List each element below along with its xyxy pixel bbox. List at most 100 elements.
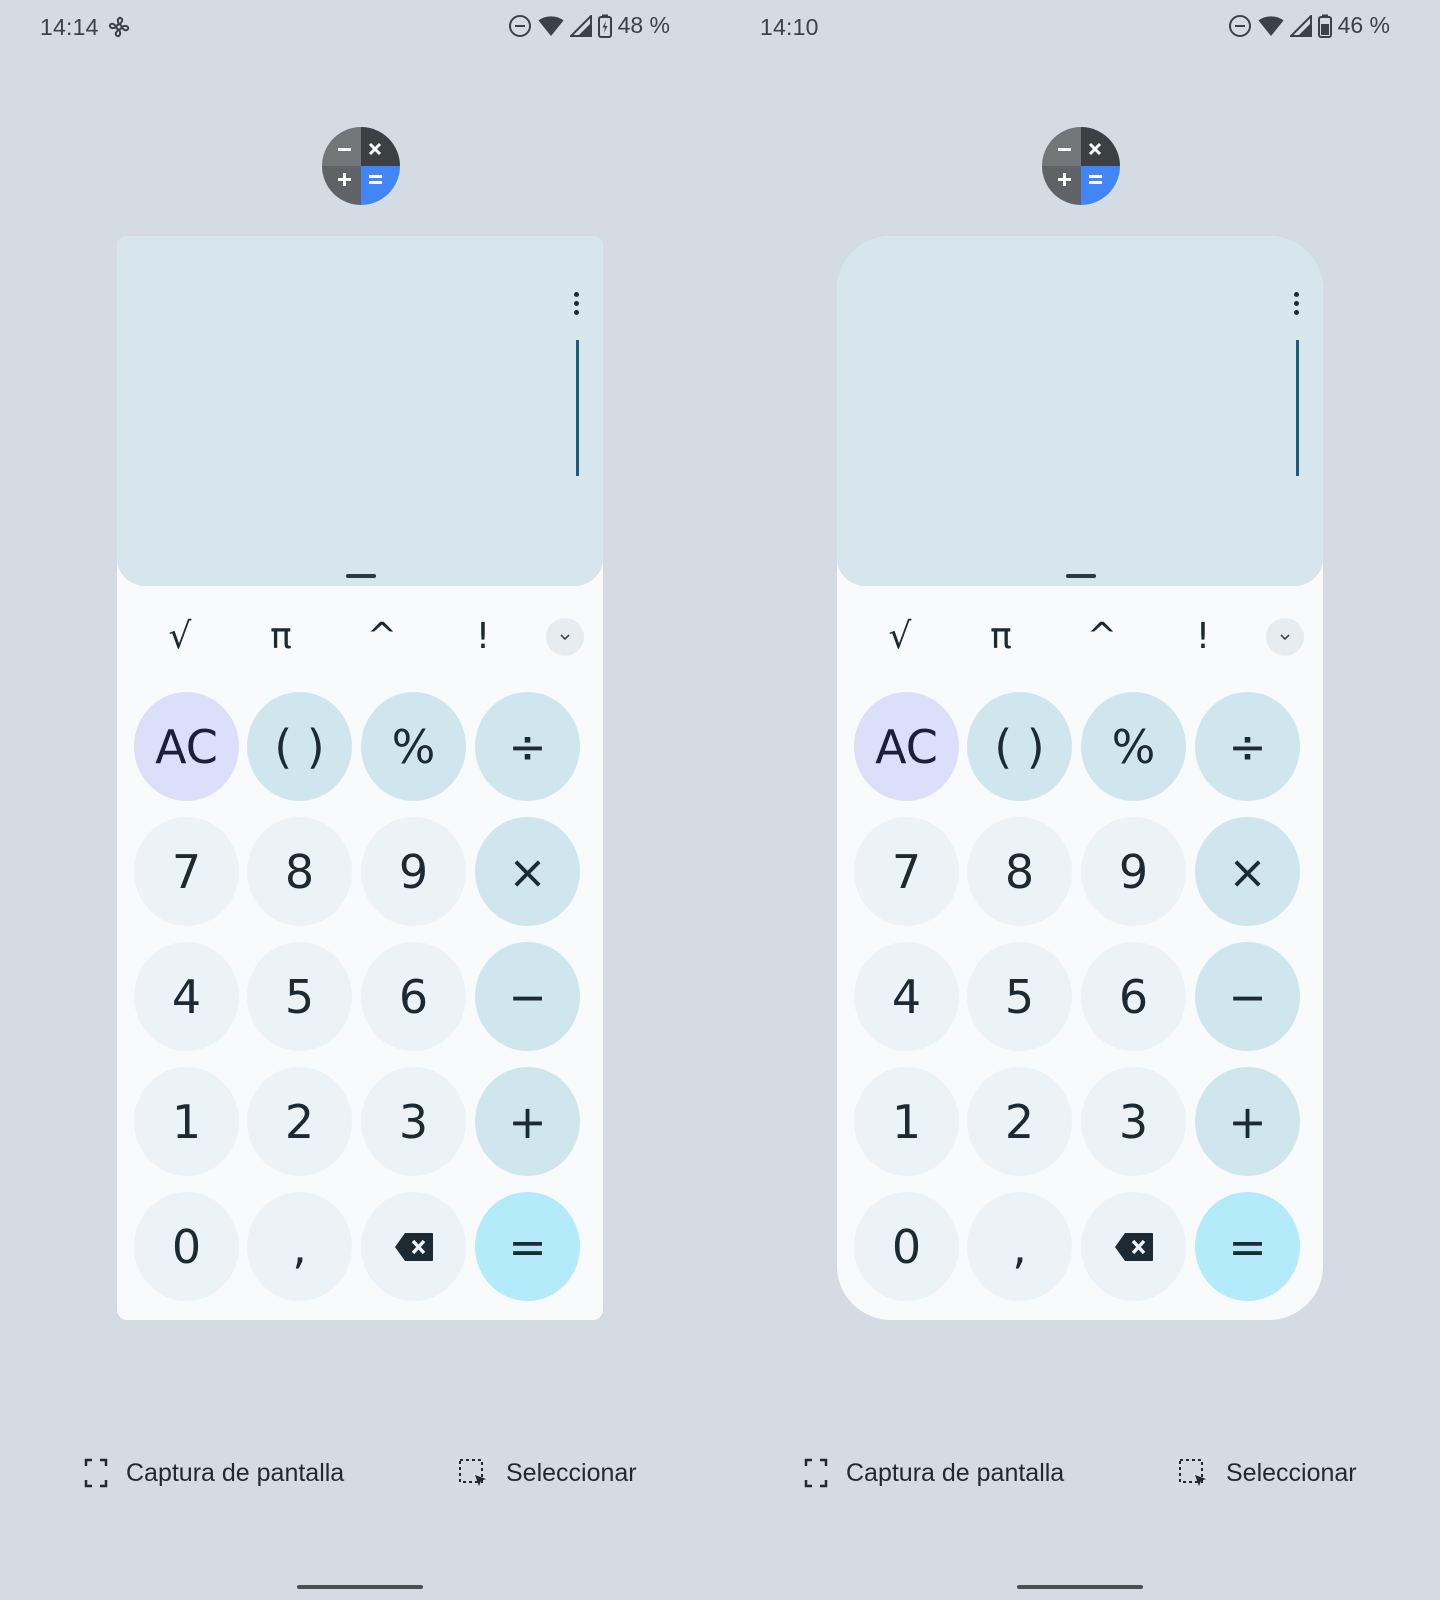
digit-3-button[interactable]: 3 (361, 1067, 466, 1176)
decimal-button[interactable]: , (247, 1192, 352, 1301)
calculator-card: √ π ^ ! AC ( ) % ÷ 7 8 9 × 4 5 6 − 1 2 3… (837, 236, 1323, 1320)
clear-button[interactable]: AC (854, 692, 959, 801)
screenshot-actions: Captura de pantalla Seleccionar (720, 1458, 1440, 1502)
digit-6-button[interactable]: 6 (1081, 942, 1186, 1051)
select-region-label: Seleccionar (506, 1458, 637, 1487)
battery-icon (1317, 14, 1332, 38)
digit-9-button[interactable]: 9 (1081, 817, 1186, 926)
digit-4-button[interactable]: 4 (134, 942, 239, 1051)
digit-0-button[interactable]: 0 (854, 1192, 959, 1301)
digit-1-button[interactable]: 1 (134, 1067, 239, 1176)
wifi-icon (538, 15, 564, 37)
digit-7-button[interactable]: 7 (854, 817, 959, 926)
divide-button[interactable]: ÷ (475, 692, 580, 801)
battery-percent: 46 % (1337, 12, 1390, 38)
digit-2-button[interactable]: 2 (247, 1067, 352, 1176)
backspace-icon (1114, 1232, 1154, 1262)
backspace-icon (394, 1232, 434, 1262)
screenshot-icon (804, 1458, 828, 1488)
signal-icon (569, 14, 592, 37)
capture-screen-button[interactable]: Captura de pantalla (84, 1458, 344, 1488)
digit-6-button[interactable]: 6 (361, 942, 466, 1051)
screenshot-actions: Captura de pantalla Seleccionar (0, 1458, 720, 1502)
digit-8-button[interactable]: 8 (247, 817, 352, 926)
battery-percent: 48 % (617, 12, 670, 38)
status-bar: 14:10 46 % (720, 0, 1440, 56)
digit-4-button[interactable]: 4 (854, 942, 959, 1051)
digit-1-button[interactable]: 1 (854, 1067, 959, 1176)
sqrt-button[interactable]: √ (155, 612, 205, 662)
digit-5-button[interactable]: 5 (967, 942, 1072, 1051)
select-region-icon (1178, 1458, 1208, 1488)
drag-handle[interactable] (346, 574, 376, 578)
pi-button[interactable]: π (976, 612, 1026, 662)
signal-icon (1289, 14, 1312, 37)
factorial-button[interactable]: ! (458, 612, 508, 662)
expand-button[interactable] (546, 618, 584, 656)
text-cursor (576, 340, 579, 476)
calculator-display[interactable] (117, 236, 603, 586)
battery-icon (597, 14, 612, 38)
add-button[interactable]: + (1195, 1067, 1300, 1176)
calculator-app-icon[interactable] (1042, 127, 1120, 205)
digit-0-button[interactable]: 0 (134, 1192, 239, 1301)
navigation-handle[interactable] (297, 1585, 423, 1589)
status-icons: 48 % (508, 12, 670, 39)
multiply-button[interactable]: × (1195, 817, 1300, 926)
keypad: AC ( ) % ÷ 7 8 9 × 4 5 6 − 1 2 3 + 0 , = (854, 692, 1310, 1302)
clear-button[interactable]: AC (134, 692, 239, 801)
do-not-disturb-icon (508, 14, 532, 38)
backspace-button[interactable] (361, 1192, 466, 1301)
navigation-handle[interactable] (1017, 1585, 1143, 1589)
more-vert-icon[interactable] (1291, 292, 1301, 316)
do-not-disturb-icon (1228, 14, 1252, 38)
digit-2-button[interactable]: 2 (967, 1067, 1072, 1176)
calculator-app-icon[interactable] (322, 127, 400, 205)
status-icons: 46 % (1228, 12, 1390, 39)
capture-screen-button[interactable]: Captura de pantalla (804, 1458, 1064, 1488)
calculator-card: √ π ^ ! AC ( ) % ÷ 7 8 9 × 4 5 6 − 1 2 3… (117, 236, 603, 1320)
screenshot-icon (84, 1458, 108, 1488)
capture-screen-label: Captura de pantalla (126, 1458, 345, 1487)
sqrt-button[interactable]: √ (875, 612, 925, 662)
decimal-button[interactable]: , (967, 1192, 1072, 1301)
fan-icon (106, 14, 132, 40)
text-cursor (1296, 340, 1299, 476)
pi-button[interactable]: π (256, 612, 306, 662)
scientific-row: √ π ^ ! (117, 606, 603, 666)
status-time: 14:14 (40, 14, 99, 40)
digit-5-button[interactable]: 5 (247, 942, 352, 1051)
multiply-button[interactable]: × (475, 817, 580, 926)
calculator-screen-right: 14:10 46 % √ π ^ ! AC () % ÷ 7 8 9 × 4 … (720, 0, 1440, 1600)
digit-9-button[interactable]: 9 (361, 817, 466, 926)
parentheses-button[interactable]: ( ) (247, 692, 352, 801)
wifi-icon (1258, 15, 1284, 37)
subtract-button[interactable]: − (1195, 942, 1300, 1051)
equals-button[interactable]: = (1195, 1192, 1300, 1301)
keypad: AC ( ) % ÷ 7 8 9 × 4 5 6 − 1 2 3 + 0 , = (134, 692, 590, 1302)
percent-button[interactable]: % (361, 692, 466, 801)
drag-handle[interactable] (1066, 574, 1096, 578)
calculator-display[interactable] (837, 236, 1323, 586)
capture-screen-label: Captura de pantalla (846, 1458, 1065, 1487)
select-region-button[interactable]: Seleccionar (458, 1458, 637, 1488)
subtract-button[interactable]: − (475, 942, 580, 1051)
more-vert-icon[interactable] (571, 292, 581, 316)
factorial-button[interactable]: ! (1178, 612, 1228, 662)
select-region-icon (458, 1458, 488, 1488)
digit-3-button[interactable]: 3 (1081, 1067, 1186, 1176)
status-time: 14:10 (760, 14, 819, 40)
add-button[interactable]: + (475, 1067, 580, 1176)
power-button[interactable]: ^ (357, 612, 407, 662)
parentheses-button[interactable]: ( ) (967, 692, 1072, 801)
digit-8-button[interactable]: 8 (967, 817, 1072, 926)
select-region-button[interactable]: Seleccionar (1178, 1458, 1357, 1488)
expand-button[interactable] (1266, 618, 1304, 656)
equals-button[interactable]: = (475, 1192, 580, 1301)
backspace-button[interactable] (1081, 1192, 1186, 1301)
percent-button[interactable]: % (1081, 692, 1186, 801)
select-region-label: Seleccionar (1226, 1458, 1357, 1487)
power-button[interactable]: ^ (1077, 612, 1127, 662)
digit-7-button[interactable]: 7 (134, 817, 239, 926)
divide-button[interactable]: ÷ (1195, 692, 1300, 801)
